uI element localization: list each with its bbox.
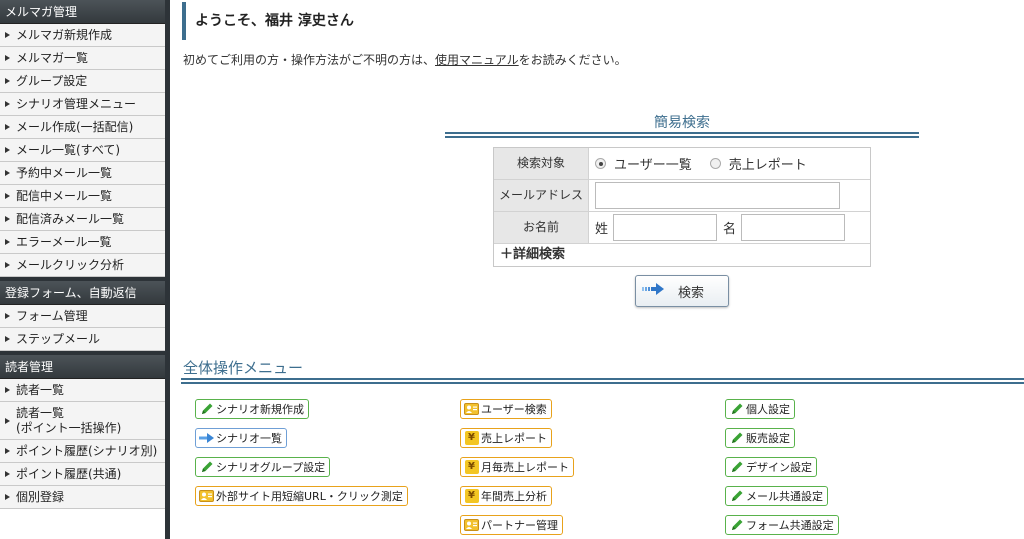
sidebar-item-new-mailmag[interactable]: メルマガ新規作成 [0,24,165,47]
yen-icon: ¥ [464,431,479,445]
menu-button-scenario-new[interactable]: シナリオ新規作成 [195,399,309,419]
radio-sales-report[interactable] [709,158,721,169]
arrow-right-icon [5,124,10,130]
operation-menu-title: 全体操作メニュー [183,359,304,377]
pencil-icon [199,460,214,474]
pencil-icon [729,431,744,445]
sidebar-item-individual-register[interactable]: 個別登録 [0,486,165,509]
sidebar-item-error-mail[interactable]: エラーメール一覧 [0,231,165,254]
menu-button-sales-settings[interactable]: 販売設定 [725,428,795,448]
search-target-row: 検索対象 ユーザー一覧 売上レポート [494,148,870,180]
main-content: ようこそ、福井 淳史さん 初めてご利用の方・操作方法がご不明の方は、使用マニュア… [175,0,1024,539]
sidebar-item-point-history-common[interactable]: ポイント履歴(共通) [0,463,165,486]
menu-button-short-url[interactable]: 外部サイト用短縮URL・クリック測定 [195,486,408,506]
menu-button-design-settings[interactable]: デザイン設定 [725,457,817,477]
arrow-right-icon [5,216,10,222]
sidebar: メルマガ管理 メルマガ新規作成 メルマガ一覧 グループ設定 シナリオ管理メニュー… [0,0,170,539]
menu-button-monthly-sales-report[interactable]: ¥ 月毎売上レポート [460,457,574,477]
sidebar-item-click-analysis[interactable]: メールクリック分析 [0,254,165,277]
sidebar-section-forms: 登録フォーム、自動返信 [0,281,165,305]
search-target-label: 検索対象 [494,148,589,179]
menu-button-partner-manage[interactable]: パートナー管理 [460,515,563,535]
intro-text: 初めてご利用の方・操作方法がご不明の方は、使用マニュアルをお読みください。 [183,53,627,67]
pencil-icon [199,402,214,416]
sidebar-section-readers: 読者管理 [0,355,165,379]
email-row: メールアドレス [494,180,870,212]
arrow-right-icon [5,262,10,268]
arrow-right-icon [5,313,10,319]
sidebar-item-form-manage[interactable]: フォーム管理 [0,305,165,328]
advanced-search-toggle[interactable]: ＋詳細検索 [494,244,870,266]
arrow-icon [199,431,214,445]
arrow-right-icon [5,239,10,245]
email-label: メールアドレス [494,180,589,211]
arrow-right-icon [5,494,10,500]
sidebar-item-scheduled-mail[interactable]: 予約中メール一覧 [0,162,165,185]
search-button[interactable]: 検索 [635,275,729,307]
first-name-field[interactable] [741,214,846,241]
search-target-options: ユーザー一覧 売上レポート [589,148,870,179]
menu-button-scenario-group[interactable]: シナリオグループ設定 [195,457,331,477]
menu-button-annual-sales-analysis[interactable]: ¥ 年間売上分析 [460,486,552,506]
quick-search-divider [445,132,919,138]
page-title: ようこそ、福井 淳史さん [182,2,354,40]
arrow-right-icon [5,471,10,477]
yen-icon: ¥ [464,489,479,503]
person-card-icon [199,489,214,503]
sidebar-item-group-settings[interactable]: グループ設定 [0,70,165,93]
arrow-right-icon [5,170,10,176]
quick-search-form: 検索対象 ユーザー一覧 売上レポート メールアドレス お名前 姓 名 ＋詳細検索 [493,147,871,267]
person-card-icon [464,518,479,532]
search-button-label: 検索 [678,285,705,301]
name-label: お名前 [494,212,589,243]
pencil-icon [729,518,744,532]
sidebar-item-sent-mail[interactable]: 配信済みメール一覧 [0,208,165,231]
sidebar-item-step-mail[interactable]: ステップメール [0,328,165,351]
menu-button-scenario-list[interactable]: シナリオ一覧 [195,428,287,448]
radio-sales-report-label[interactable]: 売上レポート [729,154,807,173]
email-field[interactable] [595,182,840,209]
sidebar-item-sending-mail[interactable]: 配信中メール一覧 [0,185,165,208]
sidebar-item-mail-list-all[interactable]: メール一覧(すべて) [0,139,165,162]
sidebar-item-point-history-scenario[interactable]: ポイント履歴(シナリオ別) [0,440,165,463]
person-card-icon [464,402,479,416]
name-row: お名前 姓 名 [494,212,870,244]
arrow-right-icon [5,193,10,199]
arrow-right-icon [5,387,10,393]
radio-user-list-label[interactable]: ユーザー一覧 [614,154,692,173]
arrow-right-icon [5,32,10,38]
pencil-icon [729,460,744,474]
sidebar-item-reader-list-points[interactable]: 読者一覧 (ポイント一括操作) [0,402,165,440]
sidebar-item-reader-list[interactable]: 読者一覧 [0,379,165,402]
radio-user-list[interactable] [595,158,606,169]
first-name-label: 名 [723,222,737,237]
manual-link[interactable]: 使用マニュアル [435,53,519,67]
pencil-icon [729,402,744,416]
menu-button-sales-report[interactable]: ¥ 売上レポート [460,428,552,448]
last-name-label: 姓 [595,222,609,237]
menu-button-form-common-settings[interactable]: フォーム共通設定 [725,515,839,535]
arrow-right-icon [5,78,10,84]
arrow-right-icon [5,101,10,107]
arrow-right-icon [5,55,10,61]
menu-button-user-search[interactable]: ユーザー検索 [460,399,552,419]
quick-search-title: 簡易検索 [654,115,710,131]
arrow-right-icon [5,336,10,342]
pencil-icon [729,489,744,503]
sidebar-section-mailmag: メルマガ管理 [0,0,165,24]
last-name-field[interactable] [613,214,718,241]
arrow-right-icon [642,283,664,299]
sidebar-item-mail-create[interactable]: メール作成(一括配信) [0,116,165,139]
arrow-right-icon [5,147,10,153]
operation-menu-divider [181,378,1024,384]
sidebar-item-mailmag-list[interactable]: メルマガ一覧 [0,47,165,70]
menu-button-personal-settings[interactable]: 個人設定 [725,399,795,419]
menu-button-mail-common-settings[interactable]: メール共通設定 [725,486,828,506]
arrow-right-icon [5,418,10,424]
sidebar-item-scenario-menu[interactable]: シナリオ管理メニュー [0,93,165,116]
arrow-right-icon [5,448,10,454]
yen-icon: ¥ [464,460,479,474]
